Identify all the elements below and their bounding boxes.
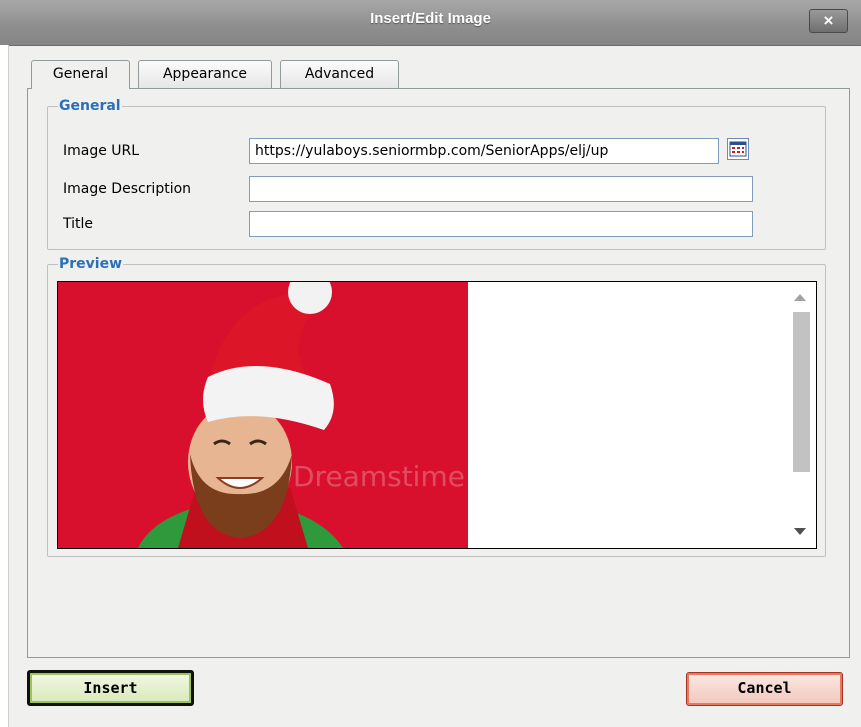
background-window-edge: [0, 45, 9, 727]
close-icon: ×: [823, 11, 834, 30]
scroll-up-arrow-icon[interactable]: [794, 294, 806, 301]
tab-appearance-label: Appearance: [162, 66, 248, 82]
image-browser-icon: [729, 141, 747, 157]
tab-general[interactable]: General: [31, 60, 130, 89]
insert-button-label: Insert: [83, 679, 138, 697]
tab-general-label: General: [52, 66, 109, 82]
general-legend: General: [59, 98, 121, 114]
title-input[interactable]: [249, 211, 753, 237]
insert-button[interactable]: Insert: [27, 670, 194, 706]
image-url-label: Image URL: [63, 143, 140, 159]
dialog-title: Insert/Edit Image: [370, 10, 491, 27]
image-description-label: Image Description: [63, 181, 192, 197]
cancel-button[interactable]: Cancel: [686, 672, 843, 706]
tab-appearance[interactable]: Appearance: [138, 60, 272, 88]
preview-scrollbar[interactable]: [786, 282, 816, 548]
dialog-titlebar[interactable]: Insert/Edit Image ×: [0, 0, 861, 46]
image-url-input[interactable]: https://yulaboys.seniormbp.com/SeniorApp…: [249, 138, 719, 164]
title-label: Title: [63, 216, 94, 232]
tab-advanced-label: Advanced: [304, 66, 375, 82]
cancel-button-label: Cancel: [737, 679, 792, 697]
scroll-down-arrow-icon[interactable]: [794, 528, 806, 535]
watermark-text: Dreamstime: [293, 460, 465, 493]
image-description-input[interactable]: [249, 176, 753, 202]
preview-legend: Preview: [59, 256, 123, 272]
preview-frame[interactable]: Dreamstime: [57, 281, 817, 549]
tab-advanced[interactable]: Advanced: [280, 60, 399, 88]
insert-edit-image-dialog: Insert/Edit Image × General Appearance A…: [0, 0, 861, 727]
preview-image: Dreamstime: [58, 282, 468, 548]
scroll-thumb[interactable]: [793, 312, 810, 472]
browse-image-button[interactable]: [727, 138, 749, 160]
close-button[interactable]: ×: [809, 9, 848, 33]
